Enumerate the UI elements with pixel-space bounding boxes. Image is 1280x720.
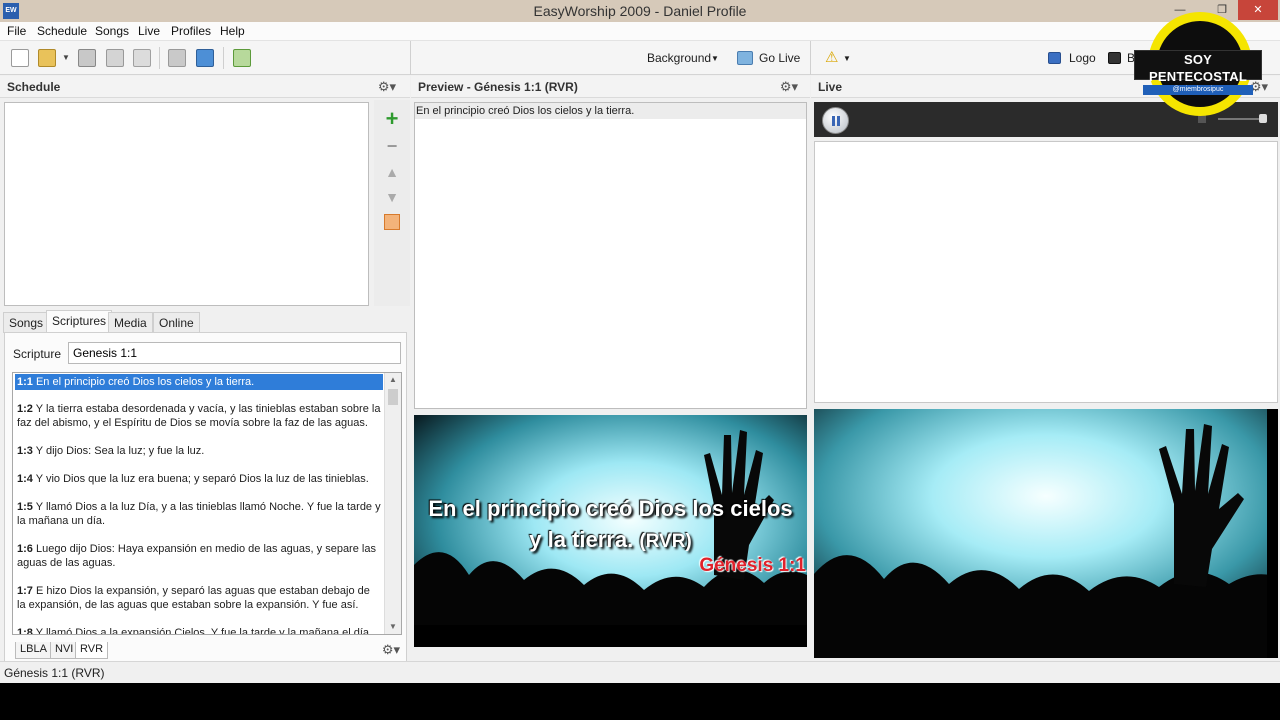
remove-item-icon[interactable]: − <box>383 137 401 155</box>
library-gear-icon[interactable]: ⚙▾ <box>382 642 400 658</box>
go-live-button[interactable]: Go Live <box>759 51 800 65</box>
verse-item[interactable]: 1:4 Y vio Dios que la luz era buena; y s… <box>15 471 383 487</box>
schedule-header: Schedule ⚙▾ <box>0 76 410 98</box>
verse-item[interactable]: 1:6 Luego dijo Dios: Haya expansión en m… <box>15 541 383 571</box>
live-background-image <box>814 409 1278 658</box>
preview-text-area[interactable]: En el principio creó Dios los cielos y l… <box>414 102 807 409</box>
preview-gear-icon[interactable]: ⚙▾ <box>780 79 798 95</box>
verse-item[interactable]: 1:8 Y llamó Dios a la expansión Cielos. … <box>15 625 383 634</box>
logo-icon[interactable] <box>1048 52 1061 64</box>
tab-media[interactable]: Media <box>108 312 153 333</box>
watermark-handle: @miembrosipuc <box>1143 85 1253 95</box>
watermark-band: SOY PENTECOSTAL @miembrosipuc <box>1134 50 1262 95</box>
menu-songs[interactable]: Songs <box>95 24 129 38</box>
verse-item[interactable]: 1:5 Y llamó Dios a la luz Día, y a las t… <box>15 499 383 529</box>
verse-item[interactable]: 1:1 En el principio creó Dios los cielos… <box>15 374 383 390</box>
verse-item[interactable]: 1:7 E hizo Dios la expansión, y separó l… <box>15 583 383 613</box>
new-file-icon[interactable] <box>11 49 29 67</box>
warning-dropdown-icon[interactable]: ▼ <box>843 54 851 63</box>
scroll-thumb[interactable] <box>388 389 398 405</box>
live-text-area[interactable] <box>814 141 1278 403</box>
title-bar: EW EasyWorship 2009 - Daniel Profile — ❐… <box>0 0 1280 22</box>
open-dropdown-icon[interactable]: ▼ <box>62 49 70 67</box>
move-up-icon[interactable]: ▲ <box>383 163 401 181</box>
menu-profiles[interactable]: Profiles <box>171 24 211 38</box>
warning-icon[interactable]: ⚠ <box>825 48 838 66</box>
window-title: EasyWorship 2009 - Daniel Profile <box>533 3 747 19</box>
live-title: Live <box>818 80 843 94</box>
preview-header: Preview - Génesis 1:1 (RVR) ⚙▾ <box>411 76 810 98</box>
tab-online[interactable]: Online <box>153 312 200 333</box>
preview-screen[interactable]: En el principio creó Dios los cielos y l… <box>414 415 807 647</box>
toolbar: ▼ Background ▼ Go Live ⚠ ▼ Logo B <box>0 41 1280 75</box>
copy-item-icon[interactable] <box>384 214 400 230</box>
scripture-label: Scripture <box>13 347 62 361</box>
add-item-icon[interactable]: + <box>383 108 401 130</box>
monitor-icon[interactable] <box>196 49 214 67</box>
preview-title: Preview - Génesis 1:1 (RVR) <box>418 80 578 94</box>
menu-help[interactable]: Help <box>220 24 245 38</box>
pause-button[interactable] <box>822 107 849 134</box>
logo-button[interactable]: Logo <box>1069 51 1096 65</box>
verse-scrollbar[interactable]: ▲ ▼ <box>384 373 401 634</box>
verse-item[interactable]: 1:3 Y dijo Dios: Sea la luz; y fue la lu… <box>15 443 383 459</box>
menu-bar: File Schedule Songs Live Profiles Help <box>0 22 1280 41</box>
status-bar: Génesis 1:1 (RVR) <box>0 661 1280 683</box>
go-live-icon[interactable] <box>737 51 753 65</box>
tab-scriptures[interactable]: Scriptures <box>46 310 113 333</box>
edit-icon[interactable] <box>133 49 151 67</box>
tab-lbla[interactable]: LBLA <box>15 642 52 659</box>
background-button[interactable]: Background <box>647 51 711 65</box>
verse-list[interactable]: 1:1 En el principio creó Dios los cielos… <box>12 372 402 635</box>
watermark-title: SOY PENTECOSTAL <box>1148 52 1248 84</box>
background-dropdown-icon[interactable]: ▼ <box>711 54 719 63</box>
print-icon[interactable] <box>168 49 186 67</box>
schedule-list[interactable] <box>4 102 369 306</box>
preview-slide-reference: Génesis 1:1 <box>699 555 806 576</box>
add-icon[interactable] <box>106 49 124 67</box>
scroll-down-icon[interactable]: ▼ <box>385 620 401 634</box>
add-to-schedule-icon[interactable] <box>233 49 251 67</box>
channel-watermark-logo: SOY PENTECOSTAL @miembrosipuc <box>1134 12 1262 120</box>
menu-schedule[interactable]: Schedule <box>37 24 87 38</box>
verse-item[interactable]: 1:2 Y la tierra estaba desordenada y vac… <box>15 401 383 431</box>
move-down-icon[interactable]: ▼ <box>383 188 401 206</box>
schedule-title: Schedule <box>7 80 61 94</box>
scripture-input[interactable] <box>68 342 401 364</box>
menu-live[interactable]: Live <box>138 24 160 38</box>
easyworship-window: EW EasyWorship 2009 - Daniel Profile — ❐… <box>0 0 1280 683</box>
preview-slide-text: En el principio creó Dios los cielos y l… <box>428 496 793 552</box>
tab-rvr[interactable]: RVR <box>75 642 109 659</box>
live-screen[interactable] <box>814 409 1278 658</box>
status-text: Génesis 1:1 (RVR) <box>4 666 105 680</box>
menu-file[interactable]: File <box>7 24 26 38</box>
black-screen-icon[interactable] <box>1108 52 1121 64</box>
preview-text-line[interactable]: En el principio creó Dios los cielos y l… <box>415 103 806 119</box>
open-folder-icon[interactable] <box>38 49 56 67</box>
save-icon[interactable] <box>78 49 96 67</box>
schedule-side-tools: + − ▲ ▼ <box>374 100 410 306</box>
scroll-up-icon[interactable]: ▲ <box>385 373 401 387</box>
scripture-library: Scripture 1:1 En el principio creó Dios … <box>4 332 407 662</box>
tab-songs[interactable]: Songs <box>3 312 50 333</box>
schedule-gear-icon[interactable]: ⚙▾ <box>378 79 396 95</box>
